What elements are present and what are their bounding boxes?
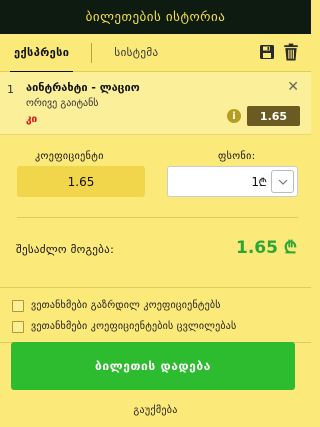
bet-slip-item: 1 აინტრახტი - ლაციო ორივე გაიტანს კი ✕ i…: [0, 72, 311, 135]
header-bar: ბილეთების ისტორია: [0, 0, 311, 34]
market-name: ორივე გაიტანს: [26, 98, 99, 109]
selection-name: კი: [26, 114, 38, 125]
tab-divider: [91, 42, 93, 63]
accept-higher-odds-option[interactable]: ვეთანხმები გაზრდილ კოეფიციენტებს: [0, 295, 311, 316]
info-icon[interactable]: i: [227, 109, 241, 123]
accept-odds-change-option[interactable]: ვეთანხმები კოეფიციენტების ცვლილებას: [0, 316, 311, 337]
trash-icon[interactable]: [283, 43, 299, 61]
tab-system[interactable]: სისტემა: [100, 34, 172, 72]
currency-symbol: ₾: [258, 176, 267, 189]
options-section: ვეთანხმები გაზრდილ კოეფიციენტებს ვეთანხმ…: [0, 287, 311, 343]
possible-win-value: 1.65 ₾: [236, 238, 297, 258]
checkbox[interactable]: [12, 299, 24, 312]
page-title: ბილეთების ისტორია: [85, 9, 226, 25]
option-label: ვეთანხმები კოეფიციენტების ცვლილებას: [31, 321, 237, 332]
option-label: ვეთანხმები გაზრდილ კოეფიციენტებს: [31, 300, 221, 311]
checkbox[interactable]: [12, 320, 24, 333]
stake-input[interactable]: 1 ₾: [167, 166, 298, 197]
cancel-link[interactable]: გაუქმება: [0, 405, 311, 416]
tab-actions: [259, 43, 299, 61]
possible-win-label: შესაძლო მოგება:: [16, 243, 115, 256]
close-icon[interactable]: ✕: [287, 79, 299, 95]
place-bet-button[interactable]: ბილეთის დადება: [11, 342, 295, 390]
coefficient-value: 1.65: [17, 166, 145, 197]
chevron-down-icon[interactable]: [271, 170, 294, 193]
floppy-disk-icon[interactable]: [259, 43, 275, 61]
stake-section: კოეფიციენტი ფსონი: 1.65 1 ₾ შესაძლო მოგე…: [0, 135, 311, 287]
coefficient-label: კოეფიციენტი: [35, 151, 104, 162]
tab-express[interactable]: ექსპრესი: [0, 34, 83, 73]
stake-label: ფსონი:: [218, 151, 256, 162]
divider: [17, 217, 298, 218]
bet-index: 1: [7, 83, 14, 96]
match-name: აინტრახტი - ლაციო: [26, 81, 140, 94]
odds-badge: 1.65: [247, 106, 300, 126]
tab-bar: ექსპრესი სისტემა: [0, 34, 311, 73]
